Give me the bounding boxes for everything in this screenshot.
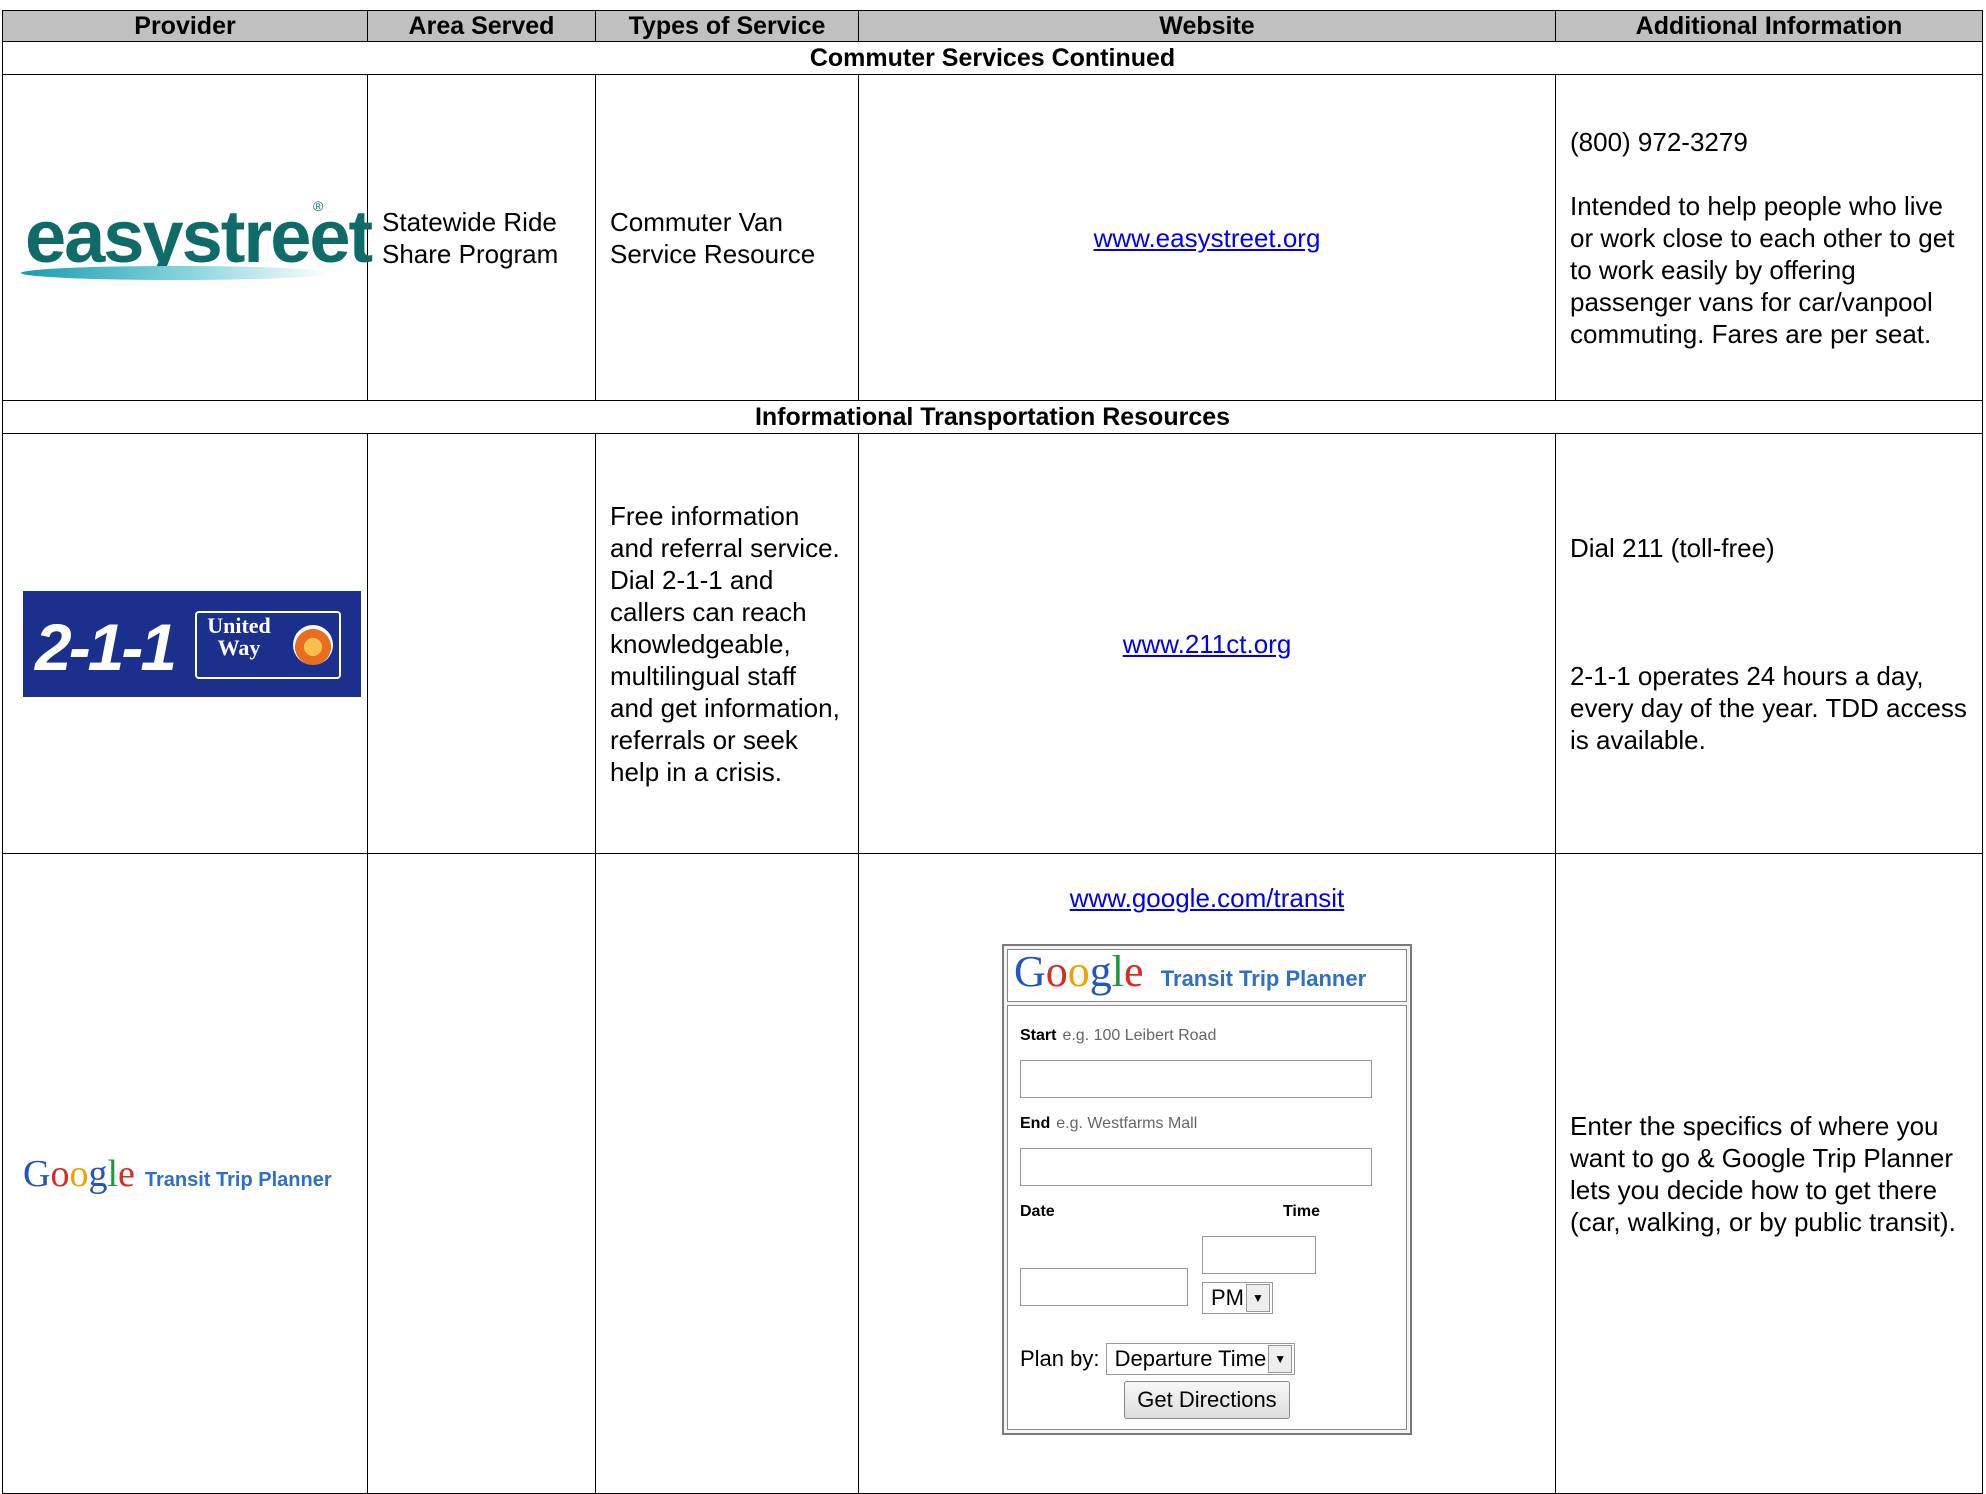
start-hint: e.g. 100 Leibert Road [1062,1027,1217,1044]
phone-number: (800) 972-3279 [1570,126,1748,157]
types-of-service-cell [595,853,859,1494]
header-provider: Provider [2,10,368,42]
header-row: Provider Area Served Types of Service We… [2,10,1983,42]
dropdown-arrow-icon: ▼ [1268,1345,1293,1373]
google-letter: g [1089,947,1112,996]
start-label: Start [1020,1027,1057,1044]
swoosh-icon [21,265,331,280]
easystreet-link[interactable]: www.easystreet.org [1094,223,1321,253]
date-input[interactable] [1020,1268,1188,1306]
planner-title: Transit Trip Planner [1160,966,1367,991]
google-letter: e [1124,947,1144,996]
google-letter: G [23,1152,51,1195]
united-way-hand-icon [293,624,333,665]
info-text-dial: Dial 211 (toll-free) [1570,532,1775,563]
types-of-service-cell: Free information and referral service. D… [595,433,859,854]
ampm-value: PM [1211,1285,1244,1310]
google-logo-subtitle: Transit Trip Planner [144,1168,332,1191]
info-text: Intended to help people who live or work… [1570,190,1955,349]
plan-by-label: Plan by: [1020,1346,1100,1371]
ampm-select[interactable]: PM ▼ [1202,1282,1273,1314]
logo-211-number: 2-1-1 [35,609,177,684]
info-text-hours: 2-1-1 operates 24 hours a day, every day… [1570,660,1967,755]
end-input[interactable] [1020,1148,1372,1186]
google-letter: G [1014,947,1046,996]
header-types-of-service: Types of Service [595,10,859,42]
provider-cell: easystreet ® [2,74,373,401]
header-area-served: Area Served [367,10,596,42]
united-way-text: United Way [207,612,271,660]
google-letter: o [50,1152,70,1195]
logo-211: 2-1-1 United Way [23,590,361,697]
types-of-service-cell: Commuter Van Service Resource [595,74,859,401]
google-transit-logo: Google Transit Trip Planner [23,1152,332,1196]
plan-by-select[interactable]: Departure Time ▼ [1105,1343,1296,1375]
date-label: Date [1020,1203,1055,1220]
trip-planner-header: Google Transit Trip Planner [1007,949,1407,1002]
header-website: Website [858,10,1556,42]
google-letter: l [1111,947,1125,996]
easystreet-logo: easystreet ® [21,187,373,288]
additional-info-cell: Enter the specifics of where you want to… [1555,853,1983,1494]
registered-mark: ® [313,197,324,214]
google-letter: g [88,1152,108,1195]
start-input[interactable] [1020,1060,1372,1098]
google-letter: l [107,1152,119,1195]
211-link[interactable]: www.211ct.org [1123,629,1292,659]
area-served-cell [367,853,596,1494]
get-directions-button[interactable]: Get Directions [1124,1381,1290,1419]
table-row-211: 2-1-1 United Way Free information and re… [2,433,1983,854]
area-served-cell: Statewide Ride Share Program [367,74,596,401]
google-letter: e [118,1152,135,1195]
time-input[interactable] [1202,1236,1316,1274]
section-row-informational: Informational Transportation Resources [2,400,1983,434]
section-title-commuter: Commuter Services Continued [2,41,1983,75]
website-cell: www.211ct.org [858,433,1556,854]
table-row-google: Google Transit Trip Planner www.google.c… [2,853,1983,1494]
dropdown-arrow-icon: ▼ [1246,1284,1270,1312]
google-letter: o [1067,947,1090,996]
google-transit-link[interactable]: www.google.com/transit [1070,883,1345,913]
additional-info-cell: (800) 972-3279 Intended to help people w… [1555,74,1983,401]
website-cell: www.easystreet.org [858,74,1556,401]
section-title-informational: Informational Transportation Resources [2,400,1983,434]
table-row-easystreet: easystreet ® Statewide Ride Share Progra… [2,74,1983,401]
end-label: End [1020,1115,1051,1132]
google-letter: o [69,1152,89,1195]
end-hint: e.g. Westfarms Mall [1056,1115,1198,1132]
trip-planner-form: Start e.g. 100 Leibert Road End e.g. Westf… [1007,1005,1407,1430]
united-way-badge: United Way [195,610,341,679]
provider-cell: 2-1-1 United Way [2,433,368,854]
header-additional-info: Additional Information [1555,10,1983,42]
additional-info-cell: Dial 211 (toll-free) 2-1-1 operates 24 h… [1555,433,1983,854]
trip-planner-widget: Google Transit Trip Planner Start e.g. 10… [1002,944,1412,1435]
provider-cell: Google Transit Trip Planner [2,853,368,1494]
website-cell: www.google.com/transit Google Transit Tr… [858,853,1556,1494]
plan-by-value: Departure Time [1114,1346,1267,1371]
transport-resources-table: Provider Area Served Types of Service We… [2,10,1983,1494]
google-letter: o [1045,947,1068,996]
area-served-cell [367,433,596,854]
time-label: Time [1282,1203,1320,1220]
section-row-commuter: Commuter Services Continued [2,41,1983,75]
